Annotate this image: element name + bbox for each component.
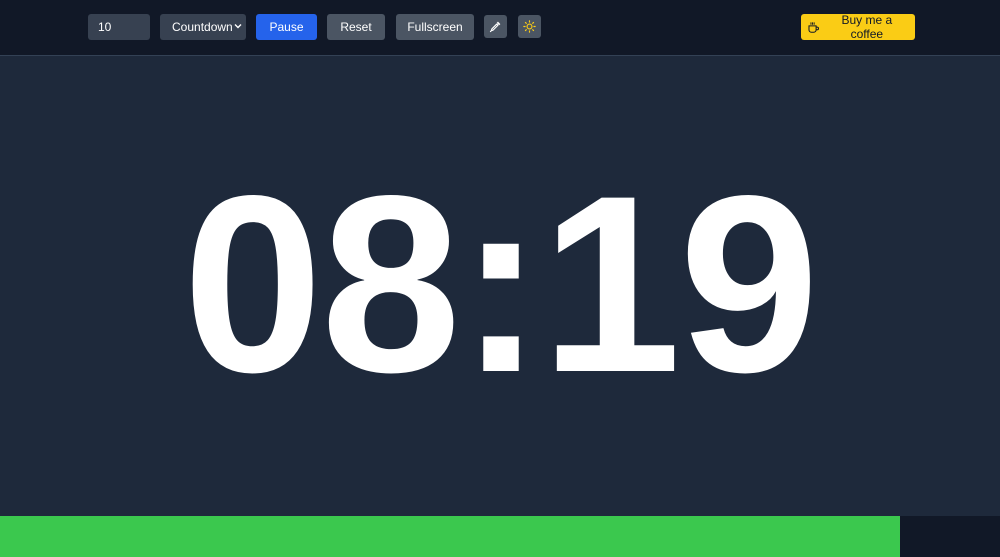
eyedropper-icon <box>489 21 501 33</box>
progress-bar <box>0 516 1000 557</box>
chevron-down-icon <box>234 24 242 29</box>
mode-select[interactable]: Countdown <box>160 14 246 40</box>
progress-bar-fill <box>0 516 900 557</box>
minutes-value: 10 <box>98 20 112 34</box>
color-picker-button[interactable] <box>484 15 507 38</box>
theme-toggle-button[interactable] <box>518 15 541 38</box>
reset-button[interactable]: Reset <box>327 14 385 40</box>
coffee-button-label: Buy me a coffee <box>841 13 893 41</box>
mode-selected-value: Countdown <box>172 20 233 34</box>
fullscreen-button[interactable]: Fullscreen <box>396 14 474 40</box>
minutes-input[interactable]: 10 <box>88 14 150 40</box>
buy-me-a-coffee-button[interactable]: Buy me a coffee <box>801 13 915 41</box>
sun-icon <box>523 20 536 33</box>
pause-button[interactable]: Pause <box>256 14 317 40</box>
toolbar: 10 Countdown Pause Reset Fullscreen Buy … <box>0 0 1000 56</box>
timer-display: 08:19 <box>182 144 820 425</box>
coffee-cup-icon <box>808 21 819 33</box>
